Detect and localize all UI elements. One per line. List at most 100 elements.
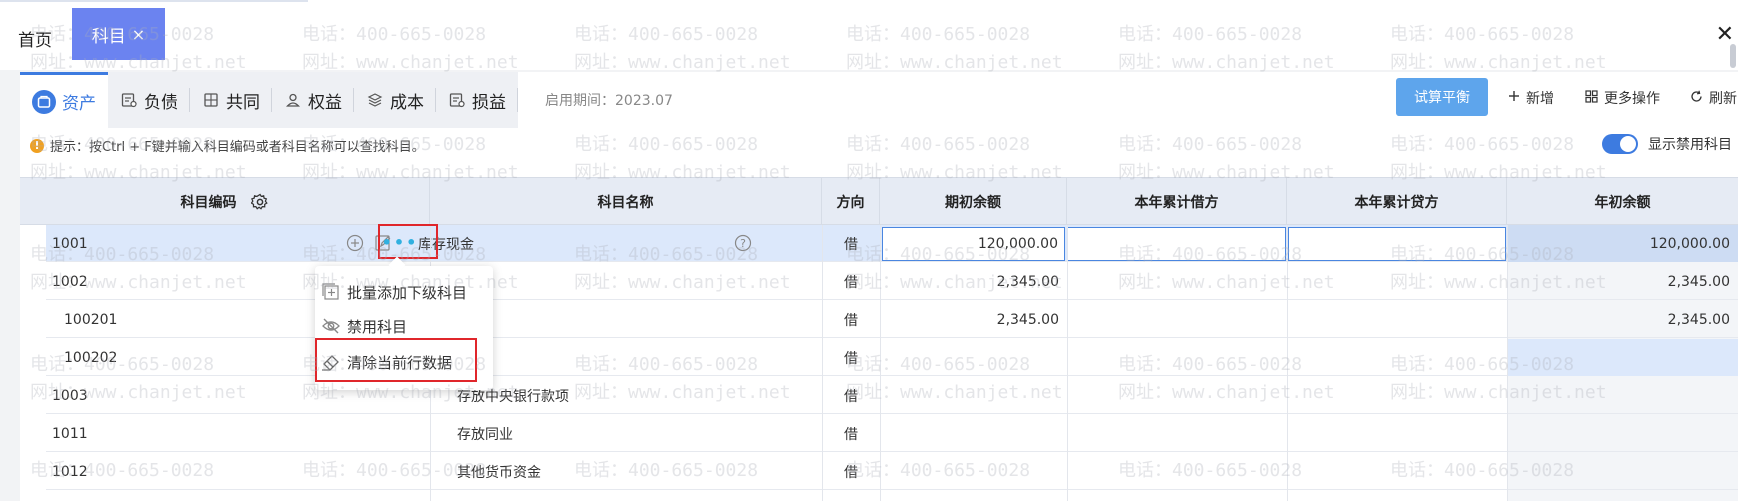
header-credit-ytd: 本年累计贷方 <box>1287 178 1507 225</box>
column-divider <box>822 225 823 501</box>
cell-direction: 借 <box>844 312 858 329</box>
category-tab-label: 负债 <box>144 92 178 113</box>
header-code: 科目编码 <box>20 178 430 225</box>
header-year-start: 年初余额 <box>1594 194 1651 211</box>
common-icon <box>202 91 220 109</box>
table-row[interactable]: 1012 其他货币资金 借 <box>46 453 1738 490</box>
category-tab-label: 成本 <box>390 92 424 113</box>
category-tab-label: 损益 <box>472 92 506 113</box>
cost-icon <box>366 91 384 109</box>
cell-year-start: 120,000.00 <box>1507 225 1738 262</box>
search-hint-text: 提示：按Ctrl + F键并输入科目编码或者科目名称可以查找科目。 <box>50 140 425 155</box>
cell-direction: 借 <box>844 388 858 405</box>
asset-icon <box>32 89 56 114</box>
column-divider <box>1287 225 1288 501</box>
cell-code: 100202 <box>64 349 118 366</box>
refresh-label: 刷新 <box>1709 91 1737 107</box>
column-divider <box>1067 225 1068 501</box>
tab-divider <box>517 88 518 112</box>
debit-ytd-input[interactable] <box>1067 227 1286 261</box>
cell-direction: 借 <box>844 350 858 367</box>
scrollbar-thumb[interactable] <box>1730 44 1736 68</box>
refresh-icon <box>1690 90 1703 107</box>
category-tab-liabilities[interactable]: 负债 <box>108 72 190 128</box>
cell-year-start: 2,345.00 <box>1667 311 1730 328</box>
show-disabled-label: 显示禁用科目 <box>1648 137 1732 153</box>
add-button-label: 新增 <box>1526 91 1554 107</box>
cell-direction: 借 <box>844 426 858 443</box>
table-row[interactable]: 1011 存放同业 借 <box>46 415 1738 452</box>
cell-direction: 借 <box>844 236 858 253</box>
warning-icon: ! <box>30 138 44 153</box>
tab-subjects[interactable]: 科目 × <box>72 8 165 60</box>
opening-input[interactable]: 120,000.00 <box>882 227 1065 261</box>
add-child-icon[interactable] <box>346 234 364 252</box>
liability-icon <box>120 91 138 109</box>
menu-item-label: 禁用科目 <box>347 317 408 336</box>
cell-code: 1003 <box>52 387 88 404</box>
period-label: 启用期间：2023.07 <box>545 93 673 109</box>
menu-item-label: 批量添加下级科目 <box>347 283 468 302</box>
grid-icon <box>1585 89 1598 107</box>
header-direction: 方向 <box>822 178 880 225</box>
search-hint: ! 提示：按Ctrl + F键并输入科目编码或者科目名称可以查找科目。 <box>30 136 425 155</box>
category-tab-common[interactable]: 共同 <box>190 72 272 128</box>
cell-code: 1002 <box>52 273 88 290</box>
more-operations-label: 更多操作 <box>1604 91 1660 107</box>
plus-icon <box>1508 90 1520 106</box>
cell-code: 1012 <box>52 463 88 480</box>
table-row[interactable]: 1001 ••• 库存现金 ? 借 120,000.00 120,000.00 <box>46 225 1738 262</box>
cell-opening[interactable]: 2,345.00 <box>880 263 1067 300</box>
tab-close-icon[interactable]: × <box>132 25 145 44</box>
tab-subjects-label: 科目 <box>91 26 126 47</box>
header-opening: 期初余额 <box>880 178 1067 225</box>
cell-name: 其他货币资金 <box>457 464 541 481</box>
cell-year-start: 2,345.00 <box>1667 273 1730 290</box>
gear-icon[interactable] <box>250 193 269 211</box>
category-tab-equity[interactable]: 权益 <box>272 72 354 128</box>
cell-opening[interactable]: 2,345.00 <box>880 301 1067 338</box>
batch-add-icon <box>321 282 341 302</box>
highlight-clear-row-item <box>315 338 477 382</box>
table-row[interactable]: 100201 借 2,345.00 2,345.00 <box>46 301 1738 338</box>
show-disabled-control: 显示禁用科目 <box>1602 134 1732 154</box>
cell-direction: 借 <box>844 464 858 481</box>
disable-eye-icon <box>321 316 341 336</box>
category-tab-cost[interactable]: 成本 <box>354 72 436 128</box>
cell-code: 1011 <box>52 425 88 442</box>
category-tab-label: 资产 <box>62 94 96 114</box>
refresh-button[interactable]: 刷新 <box>1690 88 1737 108</box>
more-operations-button[interactable]: 更多操作 <box>1585 88 1660 108</box>
category-tab-assets[interactable]: 资产 <box>20 72 108 128</box>
equity-icon <box>284 91 302 109</box>
app-root: 首页 科目 × ✕ 资产 负债 共同 权益 成本 损益 启用期间：2023.07… <box>0 0 1738 501</box>
top-strip <box>0 0 1738 8</box>
help-icon[interactable]: ? <box>734 234 752 252</box>
trial-balance-button[interactable]: 试算平衡 <box>1396 78 1488 116</box>
category-tab-label: 权益 <box>308 92 342 113</box>
table-header: 科目编码 科目名称 方向 期初余额 本年累计借方 本年累计贷方 年初余额 <box>20 177 1738 225</box>
highlight-more-button <box>378 224 438 259</box>
profit-loss-icon <box>448 91 466 109</box>
tab-home[interactable]: 首页 <box>18 26 52 51</box>
credit-ytd-input[interactable] <box>1288 227 1506 261</box>
top-divider <box>0 0 308 2</box>
svg-text:?: ? <box>740 237 746 250</box>
add-button[interactable]: 新增 <box>1508 88 1554 108</box>
column-divider <box>1507 225 1508 501</box>
category-tabs: 资产 负债 共同 权益 成本 损益 <box>20 72 518 128</box>
menu-item-batch-add[interactable]: 批量添加下级科目 <box>315 276 493 308</box>
column-divider <box>880 225 881 501</box>
window-tab-bar: 首页 科目 × ✕ <box>0 8 1738 70</box>
cell-code: 1001 <box>52 235 88 252</box>
table-row[interactable]: 1003 存放中央银行款项 借 <box>46 377 1738 414</box>
cell-name: 存放同业 <box>457 426 513 443</box>
table-row[interactable]: 100202 借 <box>46 339 1738 376</box>
table-row[interactable]: 1002 借 2,345.00 2,345.00 <box>46 263 1738 300</box>
show-disabled-toggle[interactable] <box>1602 134 1638 154</box>
category-tab-label: 共同 <box>226 92 260 113</box>
header-debit-ytd: 本年累计借方 <box>1067 178 1287 225</box>
header-code-label: 科目编码 <box>180 194 237 211</box>
category-tab-profit-loss[interactable]: 损益 <box>436 72 518 128</box>
header-name: 科目名称 <box>430 178 822 225</box>
